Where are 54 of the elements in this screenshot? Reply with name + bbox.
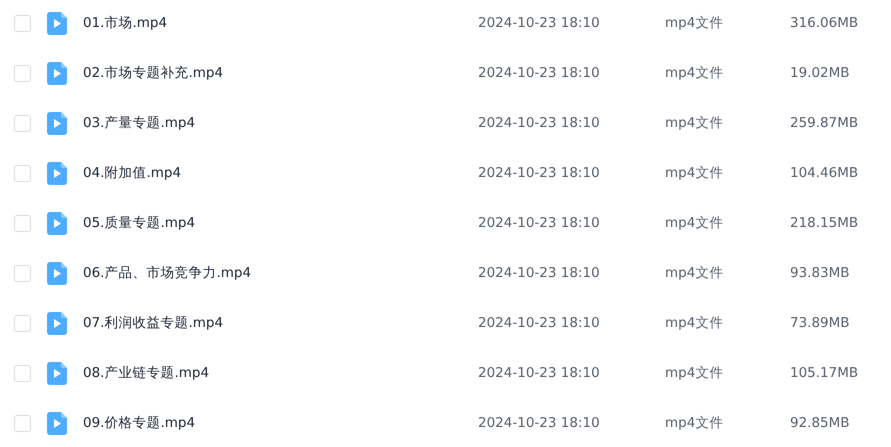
file-type: mp4文件 <box>665 14 724 31</box>
video-file-icon <box>47 262 67 284</box>
file-name[interactable]: 09.价格专题.mp4 <box>83 414 196 431</box>
video-file-icon <box>47 212 67 234</box>
modified-date: 2024-10-23 18:10 <box>478 114 600 131</box>
checkbox[interactable] <box>14 214 31 232</box>
file-type: mp4文件 <box>665 64 724 81</box>
modified-date: 2024-10-23 18:10 <box>478 364 600 381</box>
video-file-icon <box>47 112 67 134</box>
file-name[interactable]: 06.产品、市场竞争力.mp4 <box>83 264 252 281</box>
checkbox[interactable] <box>14 164 31 182</box>
video-file-icon <box>47 162 67 184</box>
file-size: 19.02MB <box>790 64 850 81</box>
file-size: 73.89MB <box>790 314 850 331</box>
file-type: mp4文件 <box>665 414 724 431</box>
file-size: 93.83MB <box>790 264 850 281</box>
checkbox[interactable] <box>14 64 31 82</box>
video-file-icon <box>47 312 67 334</box>
file-name[interactable]: 05.质量专题.mp4 <box>83 214 196 231</box>
modified-date: 2024-10-23 18:10 <box>478 414 600 431</box>
checkbox[interactable] <box>14 314 31 332</box>
file-size: 105.17MB <box>790 364 858 381</box>
file-type: mp4文件 <box>665 364 724 381</box>
file-type: mp4文件 <box>665 114 724 131</box>
checkbox[interactable] <box>14 364 31 382</box>
checkbox[interactable] <box>14 114 31 132</box>
file-size: 104.46MB <box>790 164 858 181</box>
file-size: 316.06MB <box>790 14 858 31</box>
modified-date: 2024-10-23 18:10 <box>478 264 600 281</box>
modified-date: 2024-10-23 18:10 <box>478 164 600 181</box>
modified-date: 2024-10-23 18:10 <box>478 314 600 331</box>
modified-date: 2024-10-23 18:10 <box>478 64 600 81</box>
file-name[interactable]: 01.市场.mp4 <box>83 14 168 31</box>
checkbox[interactable] <box>14 264 31 282</box>
file-name[interactable]: 03.产量专题.mp4 <box>83 114 196 131</box>
file-name[interactable]: 02.市场专题补充.mp4 <box>83 64 224 81</box>
checkbox[interactable] <box>14 414 31 432</box>
video-file-icon <box>47 62 67 84</box>
file-type: mp4文件 <box>665 214 724 231</box>
video-file-icon <box>47 12 67 34</box>
modified-date: 2024-10-23 18:10 <box>478 14 600 31</box>
file-name[interactable]: 08.产业链专题.mp4 <box>83 364 210 381</box>
modified-date: 2024-10-23 18:10 <box>478 214 600 231</box>
file-size: 259.87MB <box>790 114 858 131</box>
file-name[interactable]: 04.附加值.mp4 <box>83 164 182 181</box>
video-file-icon <box>47 412 67 434</box>
file-type: mp4文件 <box>665 264 724 281</box>
file-name[interactable]: 07.利润收益专题.mp4 <box>83 314 224 331</box>
file-type: mp4文件 <box>665 314 724 331</box>
checkbox[interactable] <box>14 14 31 32</box>
video-file-icon <box>47 362 67 384</box>
file-type: mp4文件 <box>665 164 724 181</box>
file-size: 92.85MB <box>790 414 850 431</box>
file-size: 218.15MB <box>790 214 858 231</box>
